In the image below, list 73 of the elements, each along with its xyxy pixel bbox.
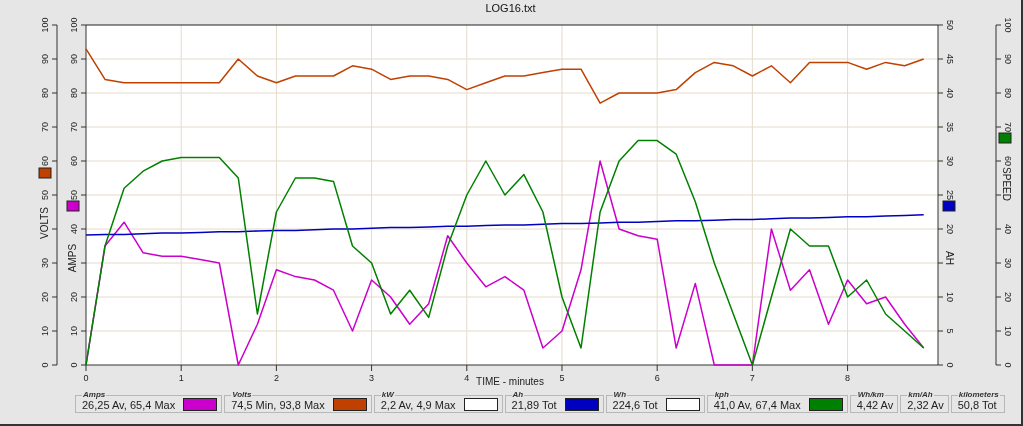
axis-tick-label: 10 xyxy=(40,326,50,336)
axis-tick-label: 0 xyxy=(945,362,955,368)
axis-tick-label: 90 xyxy=(1003,54,1013,64)
legend-title: kph xyxy=(713,391,730,399)
axis-tick-label: 40 xyxy=(69,224,79,234)
legend-title: km/Ah xyxy=(907,391,934,399)
axis-tick-label: 0 xyxy=(83,373,89,383)
axis-tick-label: 35 xyxy=(945,122,955,132)
axis-tick-label: 1 xyxy=(178,373,184,383)
axis-tick-label: 20 xyxy=(945,224,955,234)
axis-title: TIME - minutes xyxy=(476,375,544,387)
axis-tick-label: 0 xyxy=(1003,362,1013,368)
axis-tick-label: 0 xyxy=(40,362,50,368)
axis-tick-label: 60 xyxy=(1003,156,1013,166)
legend-value: 224,6 Tot xyxy=(612,398,658,411)
legend-title: Ah xyxy=(511,391,525,399)
legend-value: 74,5 Min, 93,8 Max xyxy=(231,398,325,411)
legend-value: 4,42 Av xyxy=(856,398,894,411)
axis-tick-label: 7 xyxy=(749,373,755,383)
legend-value: 2,32 Av xyxy=(907,398,944,411)
legend-title: Wh xyxy=(612,391,628,399)
chart-title: LOG16.txt xyxy=(485,2,536,14)
axis-tick-label: 100 xyxy=(1003,17,1013,33)
axis-tick-label: 40 xyxy=(1003,224,1013,234)
axis-title: AH xyxy=(943,251,955,265)
axis-tick-label: 30 xyxy=(40,258,50,268)
axis-title: AMPS xyxy=(66,243,78,273)
axis-tick-label: 20 xyxy=(69,292,79,302)
axis-tick-label: 50 xyxy=(40,190,50,200)
axis-tick-label: 25 xyxy=(945,190,955,200)
axis-tick-label: 70 xyxy=(40,122,50,132)
axis-tick-label: 20 xyxy=(1003,292,1013,302)
axis-tick-label: 2 xyxy=(273,373,279,383)
axis-tick-label: 10 xyxy=(1003,326,1013,336)
axis-tick-label: 20 xyxy=(40,292,50,302)
legend-value: 41,0 Av, 67,4 Max xyxy=(713,398,801,411)
axis-tick-label: 50 xyxy=(69,190,79,200)
axis-tick-label: 6 xyxy=(654,373,660,383)
axis-tick-label: 5 xyxy=(559,373,565,383)
axis-tick-label: 50 xyxy=(945,20,955,30)
axis-tick-label: 70 xyxy=(1003,122,1013,132)
axis-tick-label: 90 xyxy=(40,54,50,64)
legend-title: Wh/km xyxy=(856,391,885,399)
axis-tick-label: 80 xyxy=(69,88,79,98)
legend-title: kilometers xyxy=(957,391,1000,399)
legend-title: Volts xyxy=(231,391,253,399)
axis-title: VOLTS xyxy=(38,207,50,239)
axis-tick-label: 80 xyxy=(1003,88,1013,98)
axis-tick-label: 60 xyxy=(40,156,50,166)
legend-value: 26,25 Av, 65,4 Max xyxy=(82,398,176,411)
axis-tick-label: 10 xyxy=(945,292,955,302)
axis-tick-label: 30 xyxy=(945,156,955,166)
legend-title: kW xyxy=(380,391,395,399)
legend-value: 2,2 Av, 4,9 Max xyxy=(380,398,456,411)
axis-tick-label: 60 xyxy=(69,156,79,166)
legend-title: Amps xyxy=(82,391,107,399)
axis-tick-label: 70 xyxy=(69,122,79,132)
axis-tick-label: 100 xyxy=(40,17,50,33)
axis-tick-label: 45 xyxy=(945,54,955,64)
axis-tick-label: 40 xyxy=(945,88,955,98)
legend-value: 50,8 Tot xyxy=(957,398,997,411)
axis-tick-label: 4 xyxy=(464,373,470,383)
axis-title: SPEED xyxy=(1000,167,1012,201)
axis-tick-label: 80 xyxy=(40,88,50,98)
axis-tick-label: 30 xyxy=(1003,258,1013,268)
axis-tick-label: 90 xyxy=(69,54,79,64)
axis-tick-label: 3 xyxy=(369,373,375,383)
axis-tick-label: 10 xyxy=(69,326,79,336)
axis-tick-label: 8 xyxy=(845,373,851,383)
axis-tick-label: 100 xyxy=(69,17,79,33)
legend-value: 21,89 Tot xyxy=(511,398,557,411)
axis-tick-label: 5 xyxy=(945,328,955,334)
axis-tick-label: 0 xyxy=(69,362,79,368)
